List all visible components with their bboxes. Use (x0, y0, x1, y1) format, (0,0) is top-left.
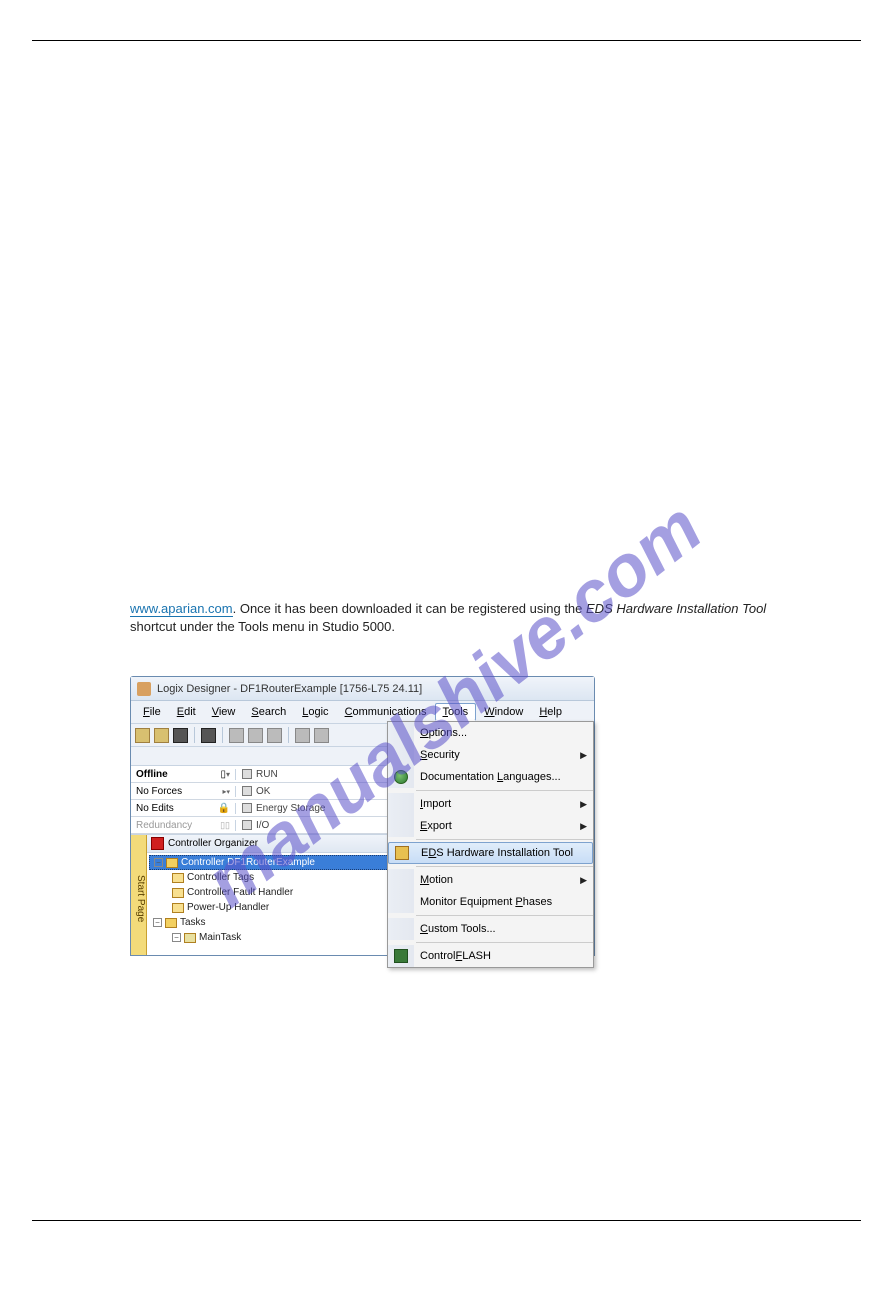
new-icon[interactable] (135, 728, 150, 743)
collapse-icon[interactable]: − (154, 858, 163, 867)
save-icon[interactable] (173, 728, 188, 743)
tools-item-import[interactable]: Import▶ (388, 793, 593, 815)
title-bar: Logix Designer - DF1RouterExample [1756-… (131, 677, 594, 701)
top-rule (32, 40, 861, 41)
menu-edit[interactable]: Edit (169, 703, 204, 721)
menu-item-label: Export (420, 820, 580, 832)
menu-separator (416, 839, 593, 840)
menu-item-label: Options... (420, 727, 587, 739)
status-redundancy: Redundancy (136, 820, 192, 831)
mode-dropdown-icon[interactable]: ▯▾ (220, 769, 230, 780)
menu-separator (416, 790, 593, 791)
menu-separator (416, 942, 593, 943)
ok-led-icon (242, 786, 252, 796)
cut-icon[interactable] (229, 728, 244, 743)
tools-item-eds-hardware-installation-tool[interactable]: EDS Hardware Installation Tool (388, 842, 593, 864)
tools-item-controlflash[interactable]: ControlFLASH (388, 945, 593, 967)
ok-label: OK (256, 786, 270, 797)
io-led-icon (242, 820, 252, 830)
collapse-icon[interactable]: − (153, 918, 162, 927)
submenu-arrow-icon: ▶ (580, 750, 587, 761)
window-title: Logix Designer - DF1RouterExample [1756-… (157, 683, 422, 695)
energy-led-icon (242, 803, 252, 813)
menu-item-label: Monitor Equipment Phases (420, 896, 587, 908)
globe-icon (394, 770, 408, 784)
open-icon[interactable] (154, 728, 169, 743)
copy-icon[interactable] (248, 728, 263, 743)
cf-icon (394, 949, 408, 963)
energy-label: Energy Storage (256, 803, 326, 814)
redundancy-icon: ▯▯ (220, 820, 230, 831)
folder-icon (172, 903, 184, 913)
tools-item-export[interactable]: Export▶ (388, 815, 593, 837)
separator (288, 727, 289, 743)
app-icon (137, 682, 151, 696)
menu-separator (416, 915, 593, 916)
menu-help[interactable]: Help (531, 703, 570, 721)
lock-icon: 🔒 (218, 803, 230, 814)
tools-item-options[interactable]: Options... (388, 722, 593, 744)
print-icon[interactable] (201, 728, 216, 743)
menu-file[interactable]: File (135, 703, 169, 721)
undo-icon[interactable] (295, 728, 310, 743)
menu-item-label: Custom Tools... (420, 923, 587, 935)
bottom-rule (32, 1220, 861, 1221)
separator (194, 727, 195, 743)
tools-dropdown: Options...Security▶Documentation Languag… (387, 721, 594, 968)
box-icon (395, 846, 409, 860)
tools-item-documentation-languages[interactable]: Documentation Languages... (388, 766, 593, 788)
submenu-arrow-icon: ▶ (580, 821, 587, 832)
tools-item-security[interactable]: Security▶ (388, 744, 593, 766)
run-label: RUN (256, 769, 278, 780)
io-label: I/O (256, 820, 269, 831)
tools-item-motion[interactable]: Motion▶ (388, 869, 593, 891)
menu-search[interactable]: Search (243, 703, 294, 721)
status-noforces: No Forces (136, 786, 182, 797)
logix-designer-window: Logix Designer - DF1RouterExample [1756-… (130, 676, 595, 956)
menu-view[interactable]: View (204, 703, 244, 721)
status-offline: Offline (136, 769, 168, 780)
separator (222, 727, 223, 743)
menu-item-label: ControlFLASH (420, 950, 587, 962)
menu-item-label: EDS Hardware Installation Tool (421, 847, 586, 859)
folder-icon (166, 858, 178, 868)
tools-item-monitor-equipment-phases[interactable]: Monitor Equipment Phases (388, 891, 593, 913)
task-icon (184, 933, 196, 943)
submenu-arrow-icon: ▶ (580, 875, 587, 886)
organizer-icon (151, 837, 164, 850)
folder-icon (172, 888, 184, 898)
paste-icon[interactable] (267, 728, 282, 743)
menu-window[interactable]: Window (476, 703, 531, 721)
menu-tools[interactable]: Tools (435, 703, 477, 721)
start-page-tab[interactable]: Start Page (131, 835, 147, 955)
menu-separator (416, 866, 593, 867)
menu-item-label: Motion (420, 874, 580, 886)
forces-dropdown-icon[interactable]: ▸▾ (222, 787, 230, 796)
tags-icon (172, 873, 184, 883)
menu-logic[interactable]: Logic (294, 703, 336, 721)
expand-icon[interactable]: − (172, 933, 181, 942)
menu-item-label: Import (420, 798, 580, 810)
tools-item-custom-tools[interactable]: Custom Tools... (388, 918, 593, 940)
link-aparian[interactable]: www.aparian.com (130, 601, 233, 617)
paragraph: www.aparian.com. Once it has been downlo… (130, 600, 770, 636)
submenu-arrow-icon: ▶ (580, 799, 587, 810)
menu-item-label: Documentation Languages... (420, 771, 587, 783)
organizer-title: Controller Organizer (168, 838, 258, 849)
menu-communications[interactable]: Communications (337, 703, 435, 721)
menu-item-label: Security (420, 749, 580, 761)
folder-icon (165, 918, 177, 928)
run-led-icon (242, 769, 252, 779)
status-noedits: No Edits (136, 803, 174, 814)
redo-icon[interactable] (314, 728, 329, 743)
